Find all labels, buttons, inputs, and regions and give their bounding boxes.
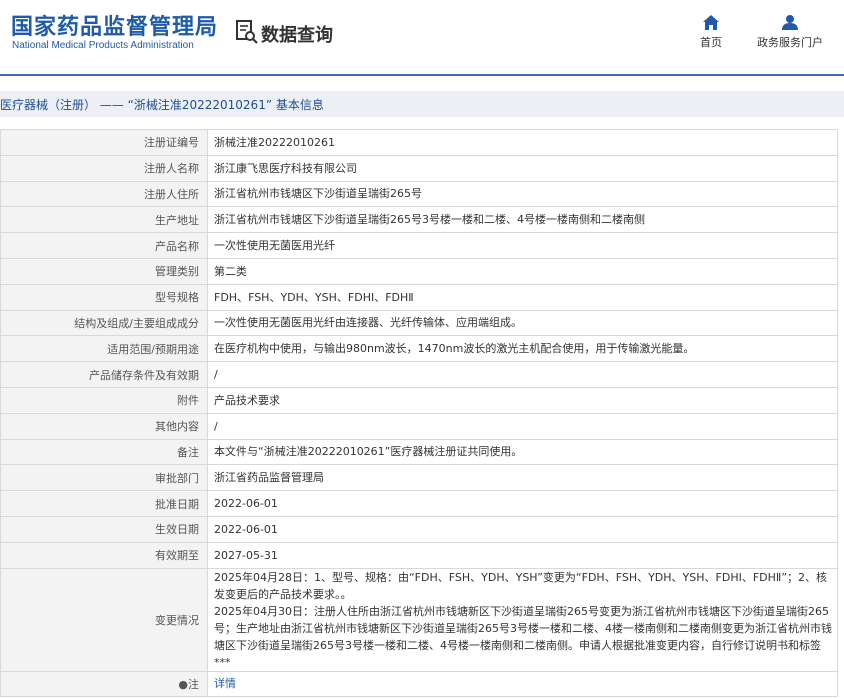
field-value: 一次性使用无菌医用光纤: [207, 232, 838, 259]
table-row: 其他内容 /: [0, 412, 838, 440]
home-icon: [700, 15, 722, 30]
site-header: 国家药品监督管理局 National Medical Products Admi…: [0, 0, 844, 76]
table-row: 产品名称 一次性使用无菌医用光纤: [0, 232, 838, 259]
table-row: 结构及组成/主要组成成分 一次性使用无菌医用光纤由连接器、光纤传输体、应用端组成。: [0, 309, 838, 337]
nav-service-portal[interactable]: 政务服务门户: [757, 15, 823, 50]
nav-service-label: 政务服务门户: [757, 36, 823, 49]
field-label: 审批部门: [0, 464, 208, 492]
field-label: 型号规格: [0, 283, 208, 311]
field-value: 2022-06-01: [207, 515, 838, 543]
field-label: 生产地址: [0, 206, 208, 234]
field-label: 注册人住所: [0, 180, 208, 208]
table-row: ●注 详情: [0, 670, 838, 698]
table-row: 注册证编号 浙械注准20222010261: [0, 129, 838, 156]
field-value: 2025年04月28日：1、型号、规格：由“FDH、FSH、YDH、YSH”变更…: [207, 567, 838, 672]
field-value: 产品技术要求: [207, 386, 838, 414]
data-query-label: 数据查询: [261, 25, 333, 46]
field-value: 浙江省杭州市钱塘区下沙街道呈瑞街265号3号楼一楼和二楼、4号楼一楼南侧和二楼南…: [207, 206, 838, 234]
field-value: 浙江省杭州市钱塘区下沙街道呈瑞街265号: [207, 180, 838, 208]
table-row: 生效日期 2022-06-01: [0, 515, 838, 543]
logo-title[interactable]: 国家药品监督管理局: [11, 9, 218, 41]
table-row: 批准日期 2022-06-01: [0, 490, 838, 517]
field-value: 详情: [207, 670, 838, 698]
table-row: 产品储存条件及有效期 /: [0, 361, 838, 388]
field-value: /: [207, 361, 838, 388]
table-row: 注册人住所 浙江省杭州市钱塘区下沙街道呈瑞街265号: [0, 180, 838, 208]
field-label: 变更情况: [0, 567, 208, 672]
field-label: 附件: [0, 386, 208, 414]
document-search-icon: [236, 20, 258, 48]
nav-home[interactable]: 首页: [700, 15, 722, 50]
field-label: 其他内容: [0, 412, 208, 440]
table-row: 管理类别 第二类: [0, 257, 838, 285]
field-value: /: [207, 412, 838, 440]
table-row: 生产地址 浙江省杭州市钱塘区下沙街道呈瑞街265号3号楼一楼和二楼、4号楼一楼南侧…: [0, 206, 838, 234]
field-label: ●注: [0, 670, 208, 698]
field-label: 适用范围/预期用途: [0, 335, 208, 363]
field-label: 产品储存条件及有效期: [0, 361, 208, 388]
field-label: 有效期至: [0, 541, 208, 569]
field-label: 注册人名称: [0, 154, 208, 182]
table-row: 有效期至 2027-05-31: [0, 541, 838, 569]
data-query-title: 数据查询: [236, 20, 333, 48]
table-row: 备注 本文件与“浙械注准20222010261”医疗器械注册证共同使用。: [0, 438, 838, 466]
field-value: 浙江省药品监督管理局: [207, 464, 838, 492]
field-value: 浙械注准20222010261: [207, 129, 838, 156]
detail-link[interactable]: 详情: [214, 677, 236, 690]
field-label: 管理类别: [0, 257, 208, 285]
field-label: 批准日期: [0, 490, 208, 517]
table-row: 附件 产品技术要求: [0, 386, 838, 414]
field-value: 2027-05-31: [207, 541, 838, 569]
table-row: 变更情况 2025年04月28日：1、型号、规格：由“FDH、FSH、YDH、YS…: [0, 567, 838, 672]
pin-icon: ●: [178, 677, 188, 691]
table-row: 型号规格 FDH、FSH、YDH、YSH、FDHⅠ、FDHⅡ: [0, 283, 838, 311]
field-label: 生效日期: [0, 515, 208, 543]
table-row: 注册人名称 浙江康飞思医疗科技有限公司: [0, 154, 838, 182]
field-value: 一次性使用无菌医用光纤由连接器、光纤传输体、应用端组成。: [207, 309, 838, 337]
field-label: 结构及组成/主要组成成分: [0, 309, 208, 337]
field-label: 注册证编号: [0, 129, 208, 156]
field-value: 在医疗机构中使用，与输出980nm波长，1470nm波长的激光主机配合使用，用于…: [207, 335, 838, 363]
nav-home-label: 首页: [700, 36, 722, 49]
table-row: 审批部门 浙江省药品监督管理局: [0, 464, 838, 492]
field-value: 第二类: [207, 257, 838, 285]
field-value: FDH、FSH、YDH、YSH、FDHⅠ、FDHⅡ: [207, 283, 838, 311]
detail-title-bar: 医疗器械（注册） —— “浙械注准20222010261” 基本信息: [0, 91, 844, 117]
detail-table: 注册证编号 浙械注准20222010261 注册人名称 浙江康飞思医疗科技有限公司 注册…: [0, 129, 838, 698]
field-label: 备注: [0, 438, 208, 466]
field-value: 2022-06-01: [207, 490, 838, 517]
field-value: 浙江康飞思医疗科技有限公司: [207, 154, 838, 182]
user-icon: [757, 15, 823, 30]
logo-subtitle: National Medical Products Administration: [12, 40, 194, 51]
table-row: 适用范围/预期用途 在医疗机构中使用，与输出980nm波长，1470nm波长的激光…: [0, 335, 838, 363]
field-value: 本文件与“浙械注准20222010261”医疗器械注册证共同使用。: [207, 438, 838, 466]
field-label: 产品名称: [0, 232, 208, 259]
page-title: 医疗器械（注册） —— “浙械注准20222010261” 基本信息: [0, 98, 324, 112]
